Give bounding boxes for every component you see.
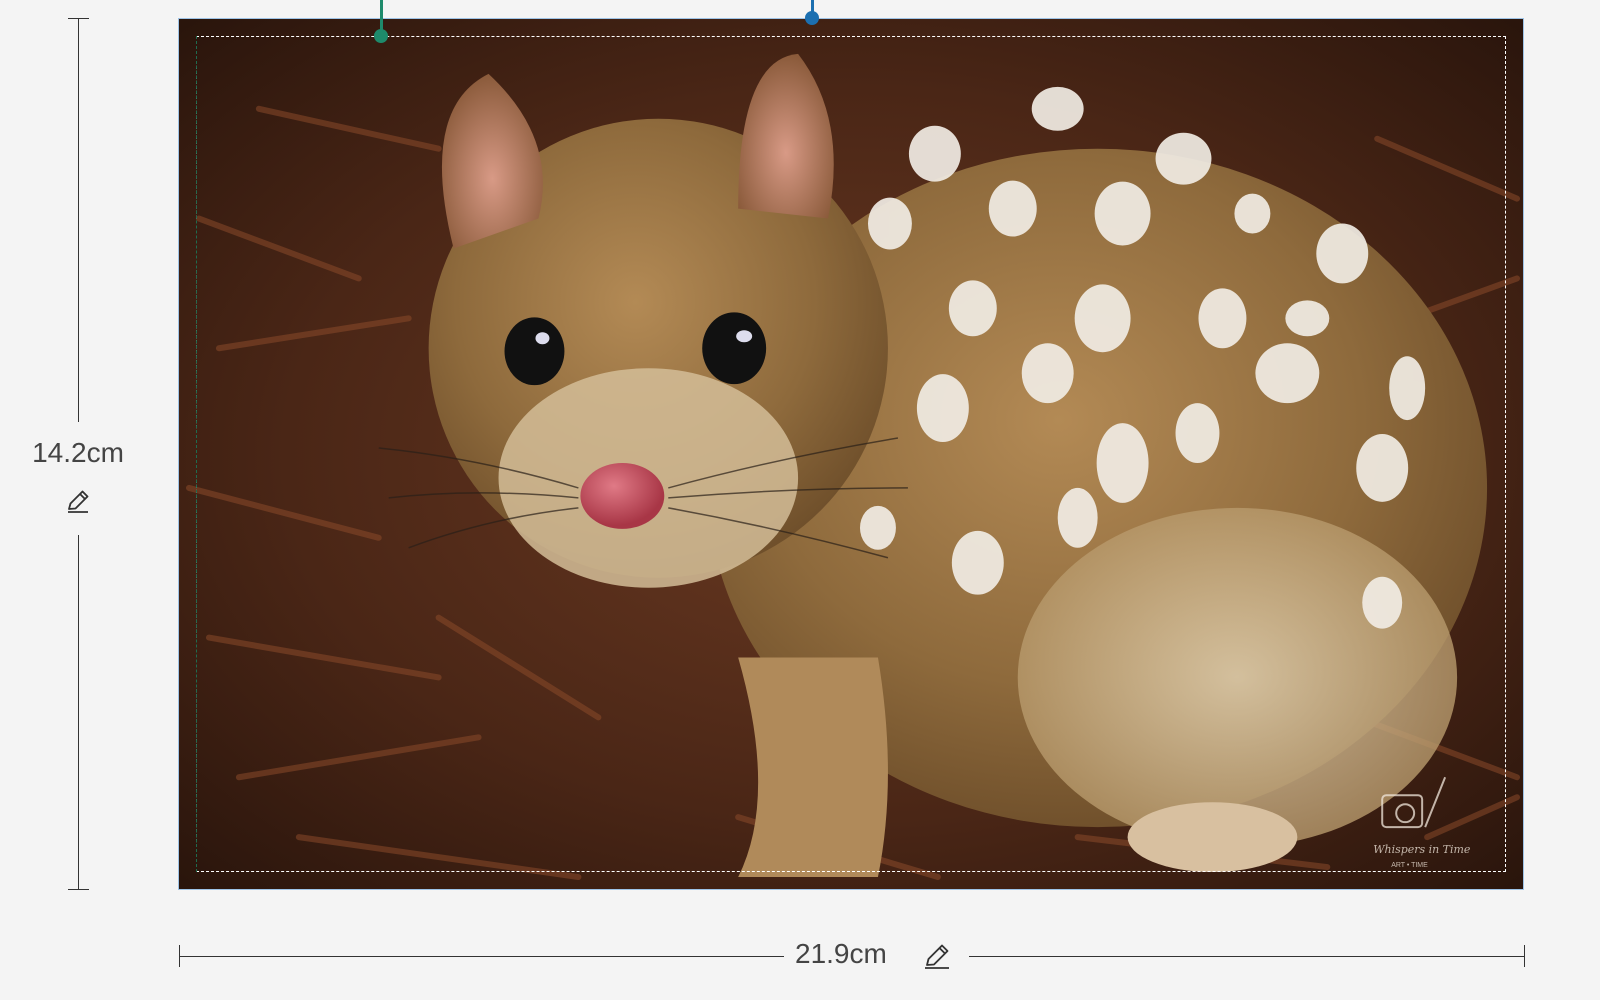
quoll-photo: Whispers in Time ART • TIME <box>179 19 1523 889</box>
width-dimension-cap-right <box>1524 945 1525 967</box>
height-dimension-line <box>78 18 79 422</box>
rotate-handle[interactable] <box>805 11 819 25</box>
pencil-icon[interactable] <box>64 487 92 515</box>
width-label: 21.9cm <box>795 938 887 969</box>
photo-canvas[interactable]: Whispers in Time ART • TIME <box>178 18 1524 890</box>
green-handle-stem <box>380 0 383 30</box>
width-dimension-line <box>179 956 784 957</box>
safe-area-handle[interactable] <box>374 29 388 43</box>
watermark-subtext: ART • TIME <box>1391 862 1428 869</box>
height-dimension-cap-bottom <box>68 889 89 890</box>
height-dimension-line <box>78 535 79 889</box>
height-label: 14.2cm <box>32 437 124 468</box>
watermark-text: Whispers in Time <box>1373 843 1470 856</box>
pencil-icon[interactable] <box>921 940 953 972</box>
width-dimension-line <box>969 956 1524 957</box>
